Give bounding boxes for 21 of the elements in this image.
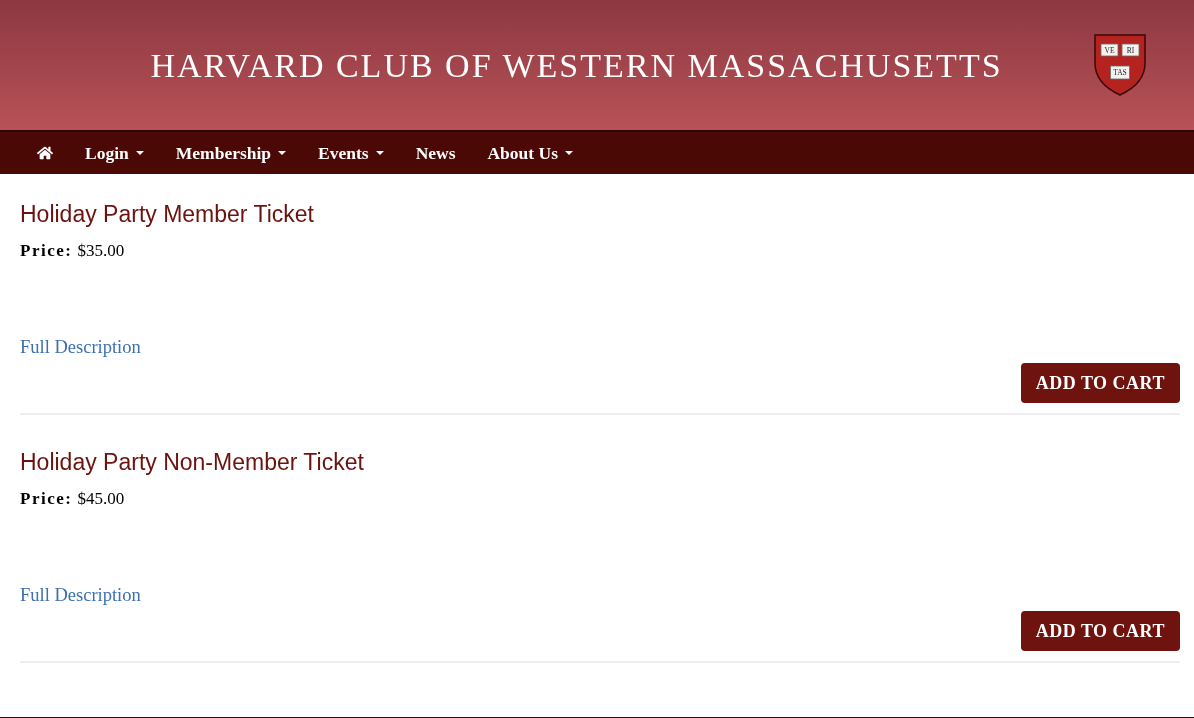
nav-link[interactable]: Login [69, 132, 160, 174]
caret-icon [135, 151, 144, 155]
caret-icon [375, 151, 384, 155]
nav-link[interactable]: Membership [159, 132, 303, 174]
caret-icon [278, 151, 287, 155]
price-label: Price: [20, 488, 73, 510]
caret-icon [565, 151, 573, 155]
full-description-link[interactable]: Full Description [20, 583, 141, 607]
price-label: Price: [20, 240, 73, 262]
product-title: Holiday Party Non-Member Ticket [20, 448, 364, 477]
site-title: HARVARD CLUB OF WESTERN MASSACHUSETTS [150, 45, 1003, 86]
home-icon [37, 145, 53, 161]
full-description-link[interactable]: Full Description [20, 335, 141, 359]
nav-link[interactable]: Events [302, 132, 400, 174]
nav-link[interactable]: About Us [471, 132, 589, 174]
add-to-cart-button[interactable]: ADD TO CART [1020, 363, 1180, 403]
product-title: Holiday Party Member Ticket [20, 200, 314, 229]
nav-link[interactable]: News [399, 132, 472, 174]
price-value: $45.00 [77, 488, 125, 510]
price-value: $35.00 [77, 240, 125, 262]
add-to-cart-button[interactable]: ADD TO CART [1020, 611, 1180, 651]
